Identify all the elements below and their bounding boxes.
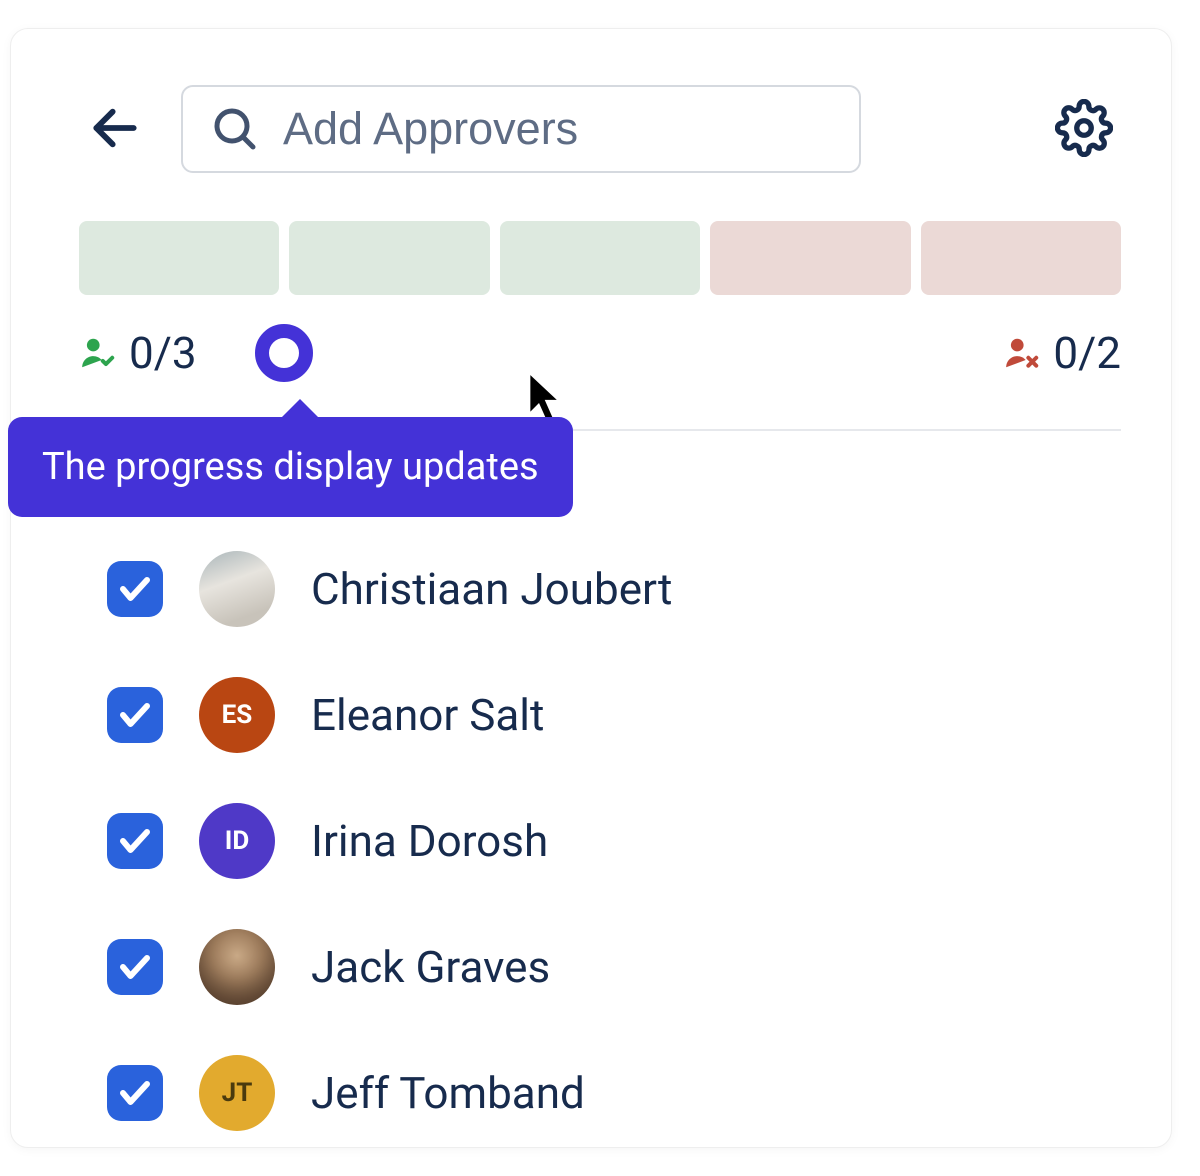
approve-count-text: 0/3 [129, 327, 197, 379]
list-item[interactable]: Christiaan Joubert [107, 551, 1121, 627]
progress-counts: 0/3 0/2 [79, 313, 1121, 393]
person-name: Irina Dorosh [311, 815, 548, 867]
person-name: Jeff Tomband [311, 1067, 585, 1119]
progress-segment-approve [289, 221, 489, 295]
reject-count-text: 0/2 [1053, 327, 1121, 379]
check-icon [117, 571, 153, 607]
arrow-left-icon [87, 100, 143, 156]
approvers-panel: 0/3 0/2 Christiaan Joubert ES Eleanor Sa… [10, 28, 1172, 1148]
avatar: JT [199, 1055, 275, 1131]
checkbox[interactable] [107, 1065, 163, 1121]
check-icon [117, 697, 153, 733]
list-item[interactable]: ID Irina Dorosh [107, 803, 1121, 879]
gear-icon [1055, 99, 1113, 157]
back-button[interactable] [79, 92, 151, 167]
list-item[interactable]: JT Jeff Tomband [107, 1055, 1121, 1131]
progress-segment-approve [79, 221, 279, 295]
settings-button[interactable] [1047, 91, 1121, 168]
panel-header [79, 85, 1121, 173]
approve-count: 0/3 [79, 327, 197, 379]
avatar [199, 551, 275, 627]
list-item[interactable]: Jack Graves [107, 929, 1121, 1005]
search-icon [211, 105, 259, 153]
avatar [199, 929, 275, 1005]
person-name: Jack Graves [311, 941, 550, 993]
approvers-list: Christiaan Joubert ES Eleanor Salt ID Ir… [79, 551, 1121, 1131]
checkbox[interactable] [107, 939, 163, 995]
checkbox[interactable] [107, 561, 163, 617]
search-input[interactable] [283, 103, 831, 155]
progress-segment-reject [710, 221, 910, 295]
search-field[interactable] [181, 85, 861, 173]
tooltip: The progress display updates [8, 417, 573, 517]
checkbox[interactable] [107, 687, 163, 743]
check-icon [117, 823, 153, 859]
progress-segment-approve [500, 221, 700, 295]
tooltip-text: The progress display updates [42, 445, 539, 489]
person-name: Christiaan Joubert [311, 563, 672, 615]
avatar: ES [199, 677, 275, 753]
progress-indicator[interactable] [255, 324, 313, 382]
reject-count: 0/2 [1003, 327, 1121, 379]
list-item[interactable]: ES Eleanor Salt [107, 677, 1121, 753]
check-icon [117, 1075, 153, 1111]
person-x-icon [1003, 334, 1041, 372]
progress-segments [79, 221, 1121, 295]
checkbox[interactable] [107, 813, 163, 869]
person-name: Eleanor Salt [311, 689, 544, 741]
progress-segment-reject [921, 221, 1121, 295]
check-icon [117, 949, 153, 985]
avatar: ID [199, 803, 275, 879]
person-check-icon [79, 334, 117, 372]
